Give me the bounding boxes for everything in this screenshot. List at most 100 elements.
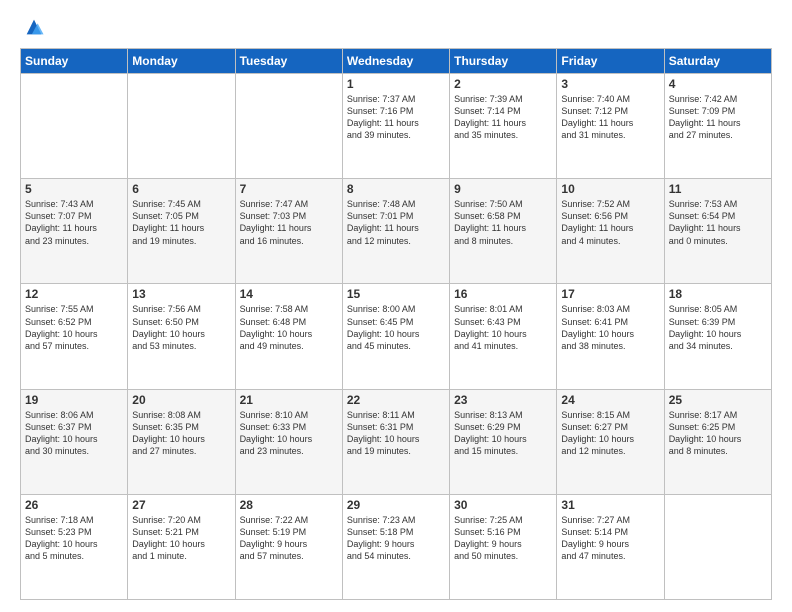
calendar-cell: 2 Sunrise: 7:39 AM Sunset: 7:14 PM Daylig… (450, 74, 557, 179)
page-header (20, 16, 772, 38)
day-number: 16 (454, 287, 552, 301)
day-info: Sunrise: 7:50 AM Sunset: 6:58 PM Dayligh… (454, 198, 552, 247)
calendar-cell: 24 Sunrise: 8:15 AM Sunset: 6:27 PM Dayli… (557, 389, 664, 494)
day-number: 27 (132, 498, 230, 512)
day-info: Sunrise: 7:53 AM Sunset: 6:54 PM Dayligh… (669, 198, 767, 247)
calendar-cell: 13 Sunrise: 7:56 AM Sunset: 6:50 PM Dayli… (128, 284, 235, 389)
day-info: Sunrise: 8:13 AM Sunset: 6:29 PM Dayligh… (454, 409, 552, 458)
day-info: Sunrise: 7:48 AM Sunset: 7:01 PM Dayligh… (347, 198, 445, 247)
day-number: 13 (132, 287, 230, 301)
day-info: Sunrise: 8:05 AM Sunset: 6:39 PM Dayligh… (669, 303, 767, 352)
calendar-cell (128, 74, 235, 179)
day-info: Sunrise: 7:43 AM Sunset: 7:07 PM Dayligh… (25, 198, 123, 247)
day-number: 3 (561, 77, 659, 91)
calendar-cell: 19Sunrise: 8:06 AM Sunset: 6:37 PM Dayli… (21, 389, 128, 494)
day-number: 2 (454, 77, 552, 91)
day-number: 9 (454, 182, 552, 196)
day-number: 8 (347, 182, 445, 196)
day-info: Sunrise: 8:11 AM Sunset: 6:31 PM Dayligh… (347, 409, 445, 458)
day-number: 14 (240, 287, 338, 301)
calendar-cell: 11 Sunrise: 7:53 AM Sunset: 6:54 PM Dayli… (664, 179, 771, 284)
calendar-cell: 5 Sunrise: 7:43 AM Sunset: 7:07 PM Daylig… (21, 179, 128, 284)
day-info: Sunrise: 7:18 AM Sunset: 5:23 PM Dayligh… (25, 514, 123, 563)
day-number: 31 (561, 498, 659, 512)
calendar-cell: 21Sunrise: 8:10 AM Sunset: 6:33 PM Dayli… (235, 389, 342, 494)
day-number: 23 (454, 393, 552, 407)
day-info: Sunrise: 7:47 AM Sunset: 7:03 PM Dayligh… (240, 198, 338, 247)
calendar-cell: 4 Sunrise: 7:42 AM Sunset: 7:09 PM Daylig… (664, 74, 771, 179)
day-number: 11 (669, 182, 767, 196)
calendar-table: SundayMondayTuesdayWednesdayThursdayFrid… (20, 48, 772, 600)
day-info: Sunrise: 7:58 AM Sunset: 6:48 PM Dayligh… (240, 303, 338, 352)
logo-icon (23, 16, 45, 38)
calendar-cell: 7Sunrise: 7:47 AM Sunset: 7:03 PM Daylig… (235, 179, 342, 284)
day-number: 5 (25, 182, 123, 196)
day-number: 12 (25, 287, 123, 301)
calendar-cell: 18 Sunrise: 8:05 AM Sunset: 6:39 PM Dayli… (664, 284, 771, 389)
day-info: Sunrise: 7:39 AM Sunset: 7:14 PM Dayligh… (454, 93, 552, 142)
day-info: Sunrise: 7:55 AM Sunset: 6:52 PM Dayligh… (25, 303, 123, 352)
calendar-cell (235, 74, 342, 179)
day-number: 4 (669, 77, 767, 91)
day-info: Sunrise: 8:15 AM Sunset: 6:27 PM Dayligh… (561, 409, 659, 458)
calendar-cell: 8 Sunrise: 7:48 AM Sunset: 7:01 PM Daylig… (342, 179, 449, 284)
day-info: Sunrise: 7:22 AM Sunset: 5:19 PM Dayligh… (240, 514, 338, 563)
day-number: 26 (25, 498, 123, 512)
calendar-cell: 30Sunrise: 7:25 AM Sunset: 5:16 PM Dayli… (450, 494, 557, 599)
calendar-cell: 31 Sunrise: 7:27 AM Sunset: 5:14 PM Dayli… (557, 494, 664, 599)
day-info: Sunrise: 7:42 AM Sunset: 7:09 PM Dayligh… (669, 93, 767, 142)
day-number: 10 (561, 182, 659, 196)
day-number: 28 (240, 498, 338, 512)
day-number: 6 (132, 182, 230, 196)
day-info: Sunrise: 7:40 AM Sunset: 7:12 PM Dayligh… (561, 93, 659, 142)
calendar-cell (21, 74, 128, 179)
day-info: Sunrise: 7:23 AM Sunset: 5:18 PM Dayligh… (347, 514, 445, 563)
calendar-col-header: Tuesday (235, 49, 342, 74)
day-info: Sunrise: 7:52 AM Sunset: 6:56 PM Dayligh… (561, 198, 659, 247)
calendar-col-header: Monday (128, 49, 235, 74)
calendar-cell: 3 Sunrise: 7:40 AM Sunset: 7:12 PM Daylig… (557, 74, 664, 179)
calendar-week-row: 12 Sunrise: 7:55 AM Sunset: 6:52 PM Dayli… (21, 284, 772, 389)
calendar-week-row: 19Sunrise: 8:06 AM Sunset: 6:37 PM Dayli… (21, 389, 772, 494)
day-number: 20 (132, 393, 230, 407)
calendar-cell: 28 Sunrise: 7:22 AM Sunset: 5:19 PM Dayli… (235, 494, 342, 599)
calendar-cell: 26 Sunrise: 7:18 AM Sunset: 5:23 PM Dayli… (21, 494, 128, 599)
calendar-cell: 23 Sunrise: 8:13 AM Sunset: 6:29 PM Dayli… (450, 389, 557, 494)
day-info: Sunrise: 8:17 AM Sunset: 6:25 PM Dayligh… (669, 409, 767, 458)
calendar-cell: 15Sunrise: 8:00 AM Sunset: 6:45 PM Dayli… (342, 284, 449, 389)
calendar-col-header: Wednesday (342, 49, 449, 74)
calendar-cell: 20 Sunrise: 8:08 AM Sunset: 6:35 PM Dayli… (128, 389, 235, 494)
day-info: Sunrise: 7:27 AM Sunset: 5:14 PM Dayligh… (561, 514, 659, 563)
day-number: 24 (561, 393, 659, 407)
calendar-cell: 10 Sunrise: 7:52 AM Sunset: 6:56 PM Dayli… (557, 179, 664, 284)
day-info: Sunrise: 8:00 AM Sunset: 6:45 PM Dayligh… (347, 303, 445, 352)
calendar-cell: 1Sunrise: 7:37 AM Sunset: 7:16 PM Daylig… (342, 74, 449, 179)
calendar-cell: 25Sunrise: 8:17 AM Sunset: 6:25 PM Dayli… (664, 389, 771, 494)
day-info: Sunrise: 7:20 AM Sunset: 5:21 PM Dayligh… (132, 514, 230, 563)
day-number: 21 (240, 393, 338, 407)
day-info: Sunrise: 7:56 AM Sunset: 6:50 PM Dayligh… (132, 303, 230, 352)
calendar-cell: 29 Sunrise: 7:23 AM Sunset: 5:18 PM Dayli… (342, 494, 449, 599)
day-info: Sunrise: 8:06 AM Sunset: 6:37 PM Dayligh… (25, 409, 123, 458)
day-number: 1 (347, 77, 445, 91)
day-number: 17 (561, 287, 659, 301)
calendar-cell: 14 Sunrise: 7:58 AM Sunset: 6:48 PM Dayli… (235, 284, 342, 389)
day-number: 18 (669, 287, 767, 301)
day-info: Sunrise: 8:08 AM Sunset: 6:35 PM Dayligh… (132, 409, 230, 458)
calendar-col-header: Sunday (21, 49, 128, 74)
calendar-col-header: Friday (557, 49, 664, 74)
day-number: 29 (347, 498, 445, 512)
day-info: Sunrise: 8:01 AM Sunset: 6:43 PM Dayligh… (454, 303, 552, 352)
calendar-cell: 9 Sunrise: 7:50 AM Sunset: 6:58 PM Daylig… (450, 179, 557, 284)
calendar-cell: 17Sunrise: 8:03 AM Sunset: 6:41 PM Dayli… (557, 284, 664, 389)
calendar-cell (664, 494, 771, 599)
calendar-cell: 6 Sunrise: 7:45 AM Sunset: 7:05 PM Daylig… (128, 179, 235, 284)
day-number: 22 (347, 393, 445, 407)
calendar-week-row: 26 Sunrise: 7:18 AM Sunset: 5:23 PM Dayli… (21, 494, 772, 599)
logo (20, 16, 45, 38)
calendar-cell: 16 Sunrise: 8:01 AM Sunset: 6:43 PM Dayli… (450, 284, 557, 389)
day-info: Sunrise: 7:45 AM Sunset: 7:05 PM Dayligh… (132, 198, 230, 247)
calendar-cell: 27 Sunrise: 7:20 AM Sunset: 5:21 PM Dayli… (128, 494, 235, 599)
calendar-cell: 22 Sunrise: 8:11 AM Sunset: 6:31 PM Dayli… (342, 389, 449, 494)
calendar-header-row: SundayMondayTuesdayWednesdayThursdayFrid… (21, 49, 772, 74)
